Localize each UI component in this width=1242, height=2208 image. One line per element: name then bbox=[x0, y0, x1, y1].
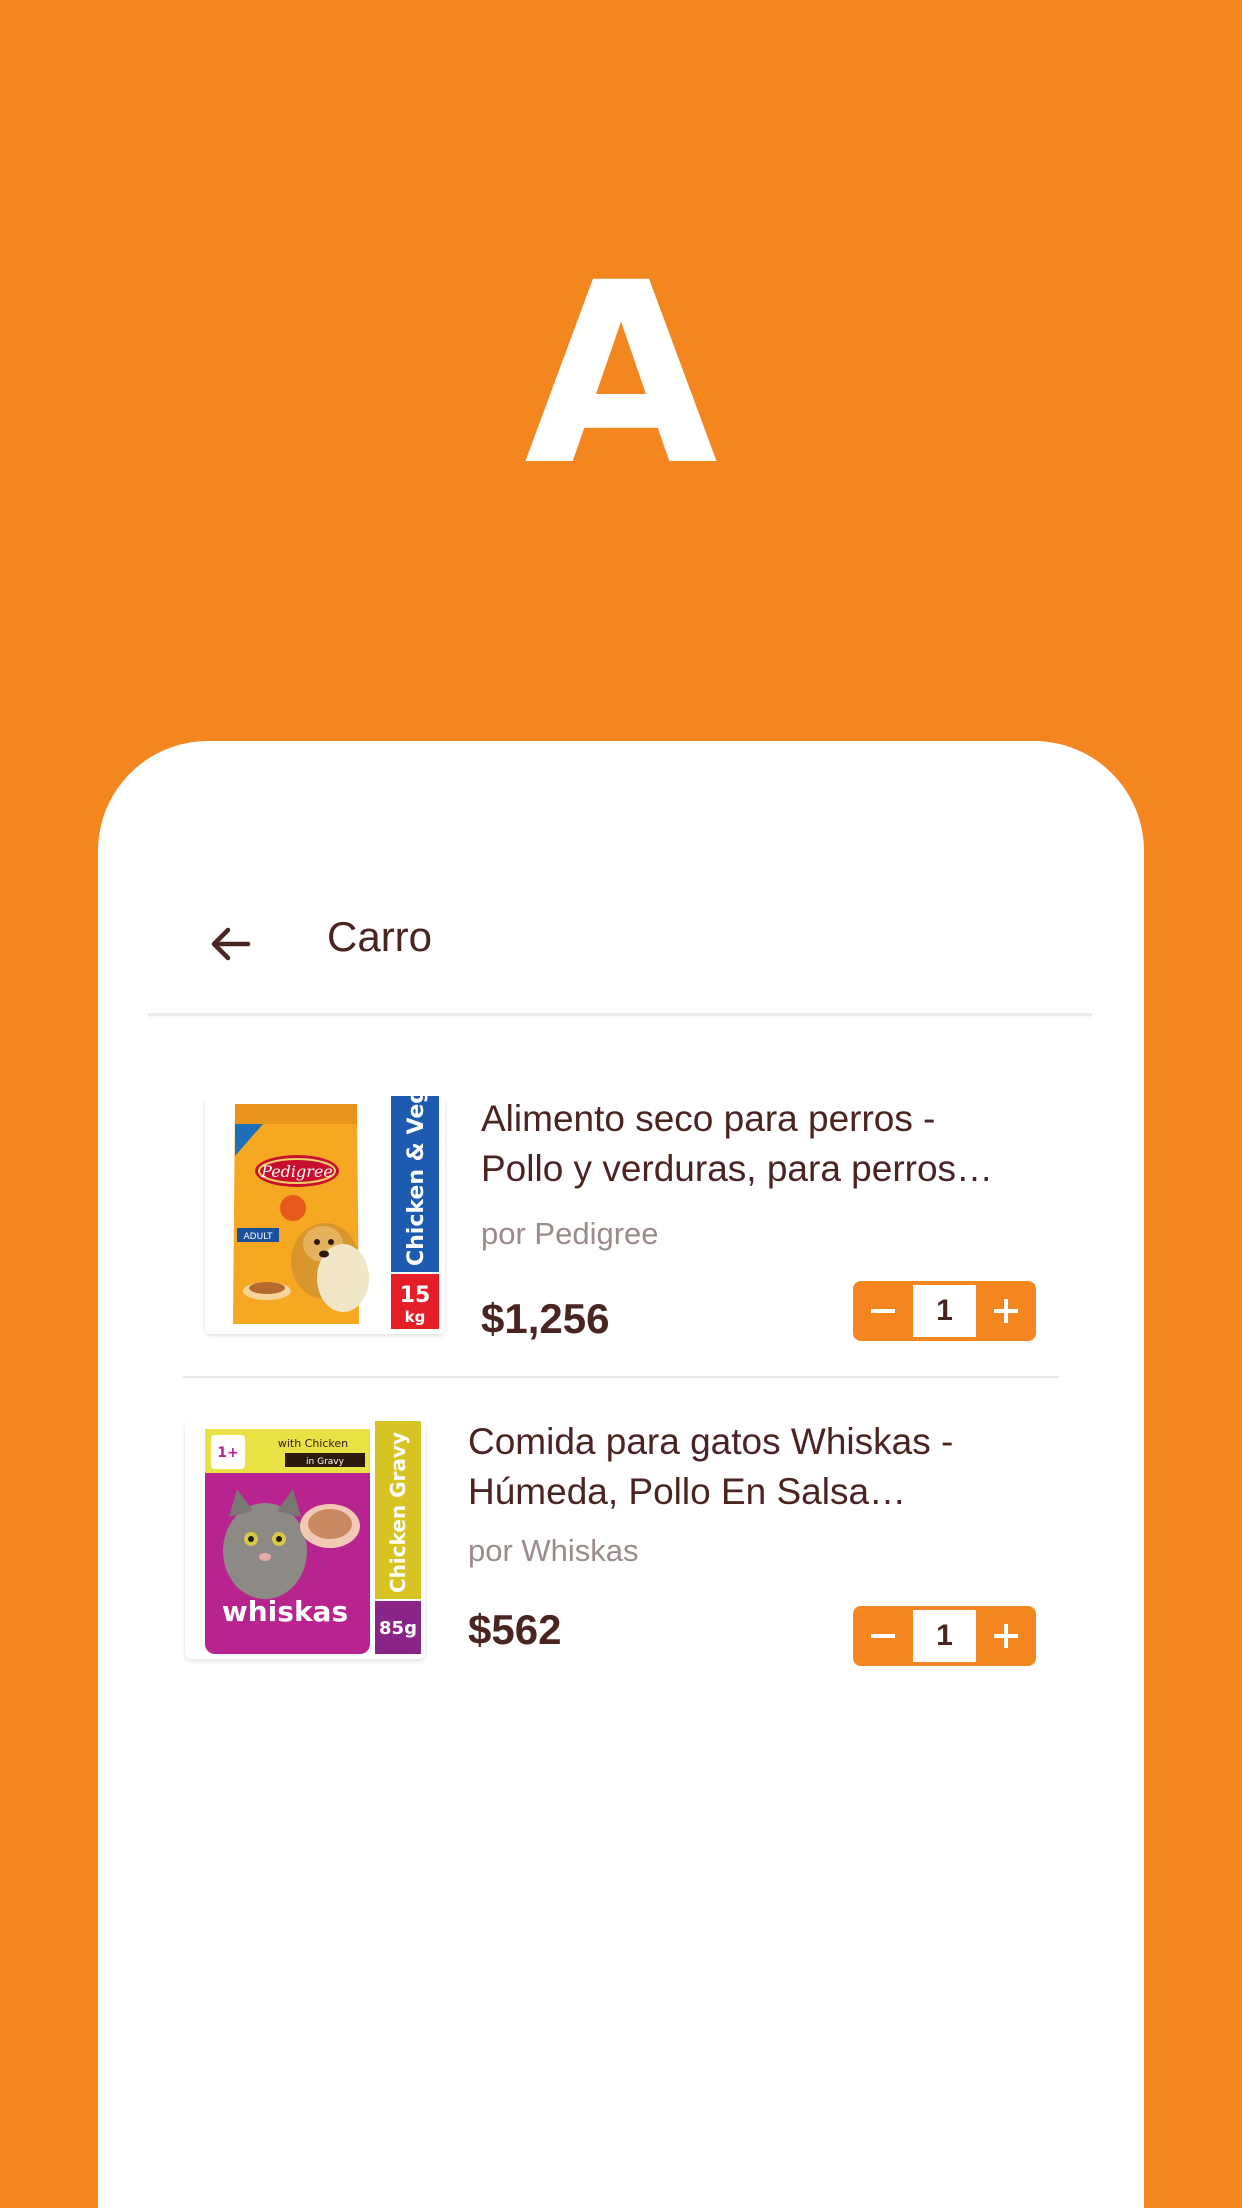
app-bar: Carro bbox=[148, 879, 1092, 1016]
cart-item[interactable]: Pedigree ADULT Chicken & Veg 15 kg Alime… bbox=[98, 1096, 1144, 1356]
product-image-pedigree: Pedigree ADULT Chicken & Veg 15 kg bbox=[205, 1096, 445, 1334]
minus-icon bbox=[871, 1634, 895, 1638]
product-price: $1,256 bbox=[481, 1295, 610, 1342]
pedigree-logo-text: Pedigree bbox=[260, 1162, 333, 1181]
product-brand: por Pedigree bbox=[481, 1216, 659, 1251]
increment-button[interactable] bbox=[976, 1281, 1036, 1341]
whiskas-logo-text: whiskas bbox=[222, 1595, 348, 1628]
arrow-left-icon bbox=[211, 927, 251, 961]
decrement-button[interactable] bbox=[853, 1606, 913, 1666]
stripe-text: Chicken Gravy bbox=[386, 1432, 410, 1593]
item-divider bbox=[183, 1376, 1059, 1378]
page-title: Carro bbox=[327, 913, 433, 960]
age-badge-text: 1+ bbox=[217, 1445, 238, 1461]
decrement-button[interactable] bbox=[853, 1281, 913, 1341]
product-brand: por Whiskas bbox=[468, 1533, 639, 1568]
quantity-value: 1 bbox=[913, 1285, 976, 1337]
quantity-value: 1 bbox=[913, 1610, 976, 1662]
increment-button[interactable] bbox=[976, 1606, 1036, 1666]
size-unit-text: kg bbox=[405, 1308, 426, 1326]
flavor-tag-top: with Chicken bbox=[278, 1437, 348, 1450]
stripe-text: Chicken & Veg bbox=[404, 1096, 429, 1266]
back-button[interactable] bbox=[206, 919, 256, 969]
adult-badge-text: ADULT bbox=[244, 1232, 273, 1242]
phone-screen: Carro Pedigree ADULT Chicken & Veg 15 kg… bbox=[98, 741, 1144, 2208]
product-title[interactable]: Alimento seco para perros - Pollo y verd… bbox=[481, 1094, 1021, 1194]
quantity-stepper: 1 bbox=[853, 1606, 1036, 1666]
flavor-tag-bottom: in Gravy bbox=[306, 1457, 345, 1467]
quantity-stepper: 1 bbox=[853, 1281, 1036, 1341]
size-text: 85g bbox=[379, 1618, 417, 1639]
hero-letter: A bbox=[524, 229, 718, 520]
minus-icon bbox=[871, 1309, 895, 1313]
product-image-whiskas: 1+ with Chicken in Gravy whiskas Chicken… bbox=[185, 1421, 425, 1659]
cart-item[interactable]: 1+ with Chicken in Gravy whiskas Chicken… bbox=[98, 1421, 1144, 1681]
product-price: $562 bbox=[468, 1606, 562, 1653]
size-number-text: 15 bbox=[400, 1283, 431, 1308]
product-title[interactable]: Comida para gatos Whiskas - Húmeda, Poll… bbox=[468, 1417, 1028, 1517]
